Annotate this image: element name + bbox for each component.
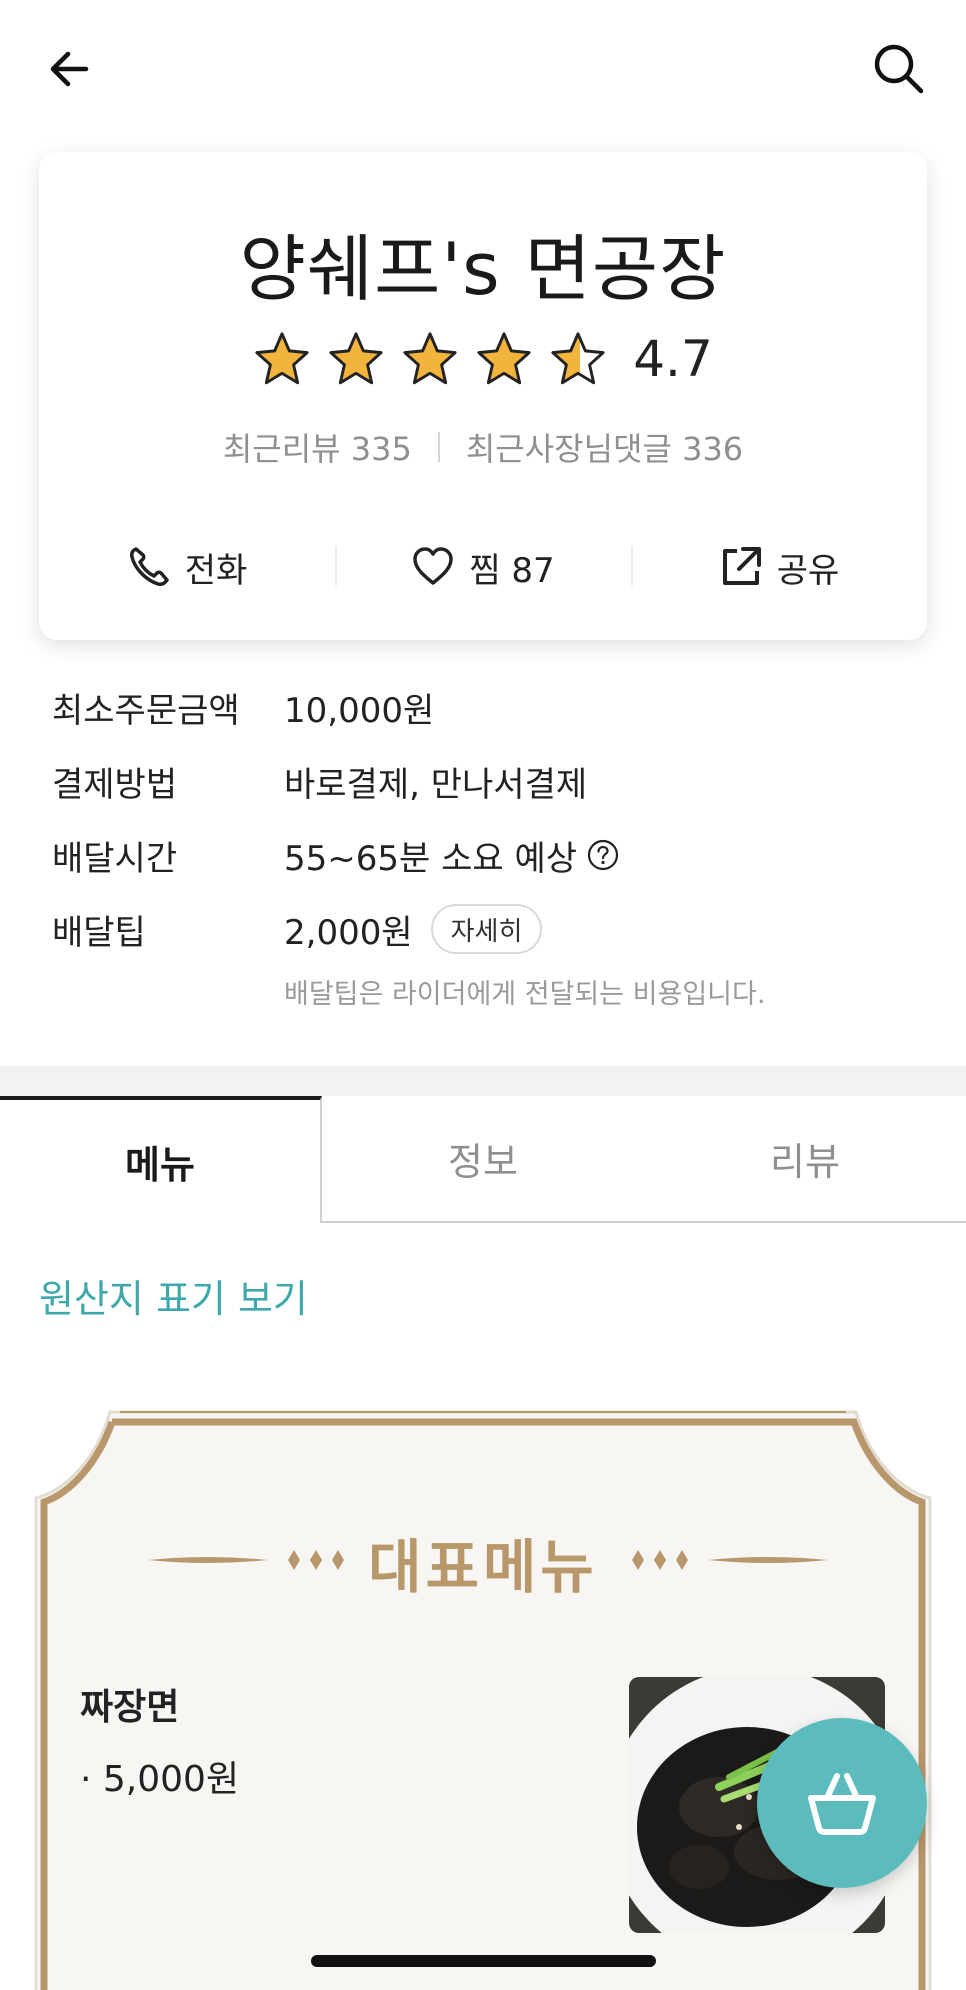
- tab-menu[interactable]: 메뉴: [0, 1096, 322, 1223]
- tip-note: 배달팁은 라이더에게 전달되는 비용입니다.: [284, 979, 766, 1010]
- star-icon: [255, 332, 309, 385]
- ornament-right-icon: [632, 1550, 828, 1570]
- tip-detail-button[interactable]: 자세히: [430, 904, 543, 954]
- star-icon: [329, 332, 383, 385]
- favorite-button[interactable]: 찜 87: [335, 522, 631, 612]
- star-icon: [403, 332, 457, 385]
- star-icon: [477, 332, 531, 385]
- phone-icon: [129, 547, 169, 586]
- top-bar: [0, 0, 966, 140]
- call-label: 전화: [184, 550, 248, 591]
- favorite-label: 찜 87: [469, 550, 555, 591]
- origin-link[interactable]: 원산지 표기 보기: [39, 1268, 308, 1323]
- store-name: 양쉐프's 면공장: [239, 227, 727, 311]
- divider: [437, 432, 440, 462]
- store-actions: 전화 찜 87 공유: [39, 522, 927, 612]
- delivery-time-label: 배달시간: [52, 838, 178, 879]
- delivery-time-value: 55~65분 소요 예상: [284, 838, 578, 879]
- recent-reviews-link[interactable]: 최근리뷰 335: [223, 424, 412, 470]
- payment-row: 결제방법 바로결제, 만나서결제: [52, 756, 912, 806]
- cart-button[interactable]: [757, 1718, 927, 1888]
- dish-price: · 5,000원: [80, 1759, 240, 1800]
- payment-value: 바로결제, 만나서결제: [284, 764, 588, 805]
- delivery-time-value-wrap: 55~65분 소요 예상: [284, 831, 619, 880]
- share-icon: [722, 547, 761, 585]
- rating-value: 4.7: [633, 330, 713, 388]
- owner-replies-link[interactable]: 최근사장님댓글 336: [466, 424, 743, 470]
- dish-name[interactable]: 짜장면: [80, 1678, 179, 1730]
- arrow-left-icon: [50, 51, 89, 87]
- heart-icon: [413, 547, 454, 585]
- call-button[interactable]: 전화: [39, 522, 335, 612]
- share-button[interactable]: 공유: [631, 522, 927, 612]
- half-star-icon: [551, 332, 605, 385]
- help-icon[interactable]: [587, 839, 619, 871]
- payment-label: 결제방법: [52, 764, 178, 805]
- tip-row: 배달팁 2,000원 자세히: [52, 904, 912, 954]
- rating-row: 4.7: [39, 330, 927, 388]
- home-indicator: [311, 1955, 656, 1967]
- tab-reviews[interactable]: 리뷰: [644, 1096, 966, 1223]
- tab-bar: 메뉴 정보 리뷰: [0, 1096, 966, 1223]
- review-stats: 최근리뷰 335 최근사장님댓글 336: [39, 424, 927, 470]
- share-label: 공유: [776, 550, 840, 591]
- tip-value-wrap: 2,000원 자세히: [284, 904, 543, 954]
- min-order-row: 최소주문금액 10,000원: [52, 682, 912, 732]
- store-card: 양쉐프's 면공장 4.7 최근리뷰 335 최근사장님댓글 336 전화 찜 …: [39, 152, 927, 640]
- search-icon: [874, 44, 924, 94]
- delivery-time-row: 배달시간 55~65분 소요 예상: [52, 830, 912, 880]
- tip-label: 배달팁: [52, 912, 146, 953]
- basket-icon: [808, 1773, 876, 1835]
- tip-value: 2,000원: [284, 912, 413, 953]
- tab-info[interactable]: 정보: [322, 1096, 644, 1223]
- min-order-label: 최소주문금액: [52, 690, 240, 731]
- search-button[interactable]: [864, 34, 934, 104]
- featured-menu-section: 대표메뉴 짜장면 · 5,000원: [20, 1400, 946, 1990]
- section-divider: [0, 1066, 966, 1096]
- back-button[interactable]: [35, 34, 105, 104]
- min-order-value: 10,000원: [284, 690, 435, 731]
